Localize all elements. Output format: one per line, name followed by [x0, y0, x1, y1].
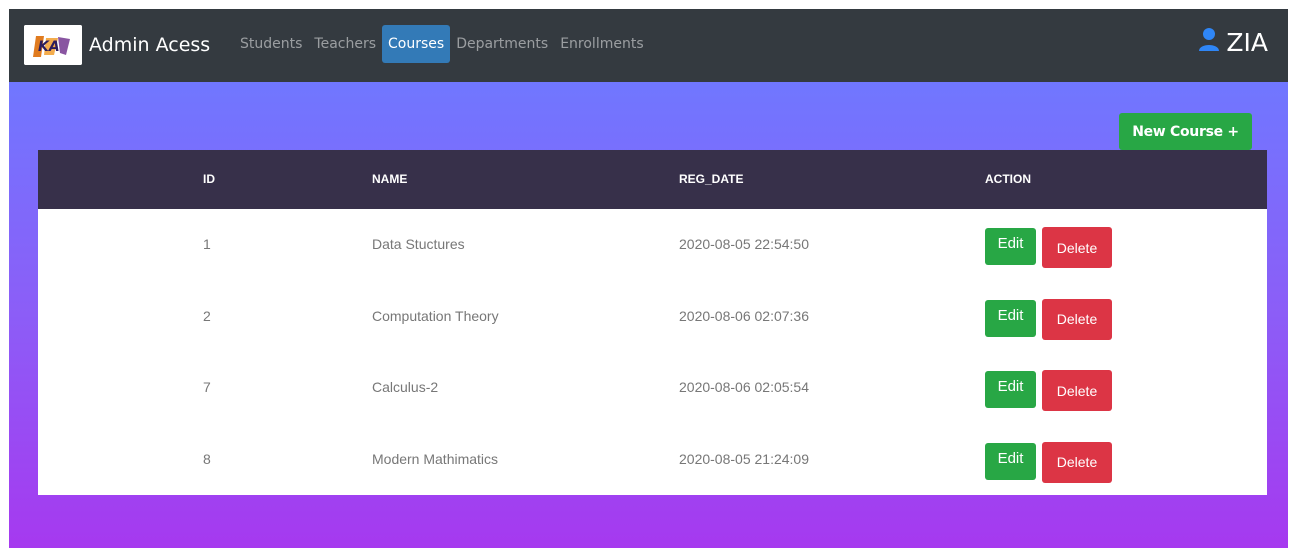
cell-name: Data Stuctures — [372, 236, 465, 252]
delete-button[interactable]: Delete — [1042, 370, 1112, 411]
row-actions: Edit Delete — [985, 441, 1112, 483]
row-actions: Edit Delete — [985, 227, 1112, 268]
user-name: ZIA — [1226, 27, 1268, 57]
nav-enrollments[interactable]: Enrollments — [554, 25, 649, 63]
delete-button[interactable]: Delete — [1042, 227, 1112, 268]
cell-name: Computation Theory — [372, 307, 499, 324]
cell-name: Modern Mathimatics — [372, 450, 499, 467]
top-navbar: KA Admin Acess Students Teachers Courses… — [9, 9, 1288, 82]
nav-links: Students Teachers Courses Departments En… — [234, 25, 650, 63]
nav-departments[interactable]: Departments — [450, 25, 554, 63]
header-id: ID — [203, 172, 215, 186]
brand-logo[interactable]: KA — [24, 25, 82, 65]
cell-reg-date: 2020-08-06 02:05:54 — [679, 379, 809, 395]
table-row: 1 Data Stuctures 2020-08-05 22:54:50 Edi… — [38, 209, 1267, 281]
nav-students[interactable]: Students — [234, 25, 308, 63]
logo-text: KA — [38, 39, 60, 55]
brand-title[interactable]: Admin Acess — [89, 9, 210, 82]
cell-reg-date: 2020-08-06 02:07:36 — [679, 307, 809, 324]
table-row: 7 Calculus-2 2020-08-06 02:05:54 Edit De… — [38, 352, 1267, 424]
edit-button[interactable]: Edit — [985, 442, 1036, 480]
delete-button[interactable]: Delete — [1042, 298, 1112, 340]
main-content: New Course + ID NAME REG_DATE ACTION 1 D… — [9, 82, 1288, 548]
cell-reg-date: 2020-08-05 21:24:09 — [679, 450, 809, 467]
cell-id: 7 — [203, 379, 211, 395]
user-menu[interactable]: ZIA — [1198, 9, 1268, 75]
delete-button[interactable]: Delete — [1042, 441, 1112, 483]
cell-id: 8 — [203, 450, 211, 467]
cell-id: 1 — [203, 236, 211, 252]
logo-mark: KA — [24, 25, 82, 65]
nav-courses[interactable]: Courses — [382, 25, 451, 63]
row-actions: Edit Delete — [985, 298, 1112, 340]
user-icon — [1198, 27, 1220, 57]
header-reg-date: REG_DATE — [679, 172, 744, 186]
nav-teachers[interactable]: Teachers — [308, 25, 382, 63]
table-row: 8 Modern Mathimatics 2020-08-05 21:24:09… — [38, 424, 1267, 496]
edit-button[interactable]: Edit — [985, 228, 1036, 265]
table-row: 2 Computation Theory 2020-08-06 02:07:36… — [38, 281, 1267, 353]
table-header: ID NAME REG_DATE ACTION — [38, 150, 1267, 209]
row-actions: Edit Delete — [985, 370, 1112, 411]
courses-table: ID NAME REG_DATE ACTION 1 Data Stuctures… — [38, 150, 1267, 495]
new-course-button[interactable]: New Course + — [1119, 113, 1252, 150]
edit-button[interactable]: Edit — [985, 371, 1036, 408]
header-name: NAME — [372, 172, 408, 186]
cell-reg-date: 2020-08-05 22:54:50 — [679, 236, 809, 252]
cell-id: 2 — [203, 307, 211, 324]
edit-button[interactable]: Edit — [985, 299, 1036, 337]
header-action: ACTION — [985, 172, 1031, 186]
cell-name: Calculus-2 — [372, 379, 439, 395]
